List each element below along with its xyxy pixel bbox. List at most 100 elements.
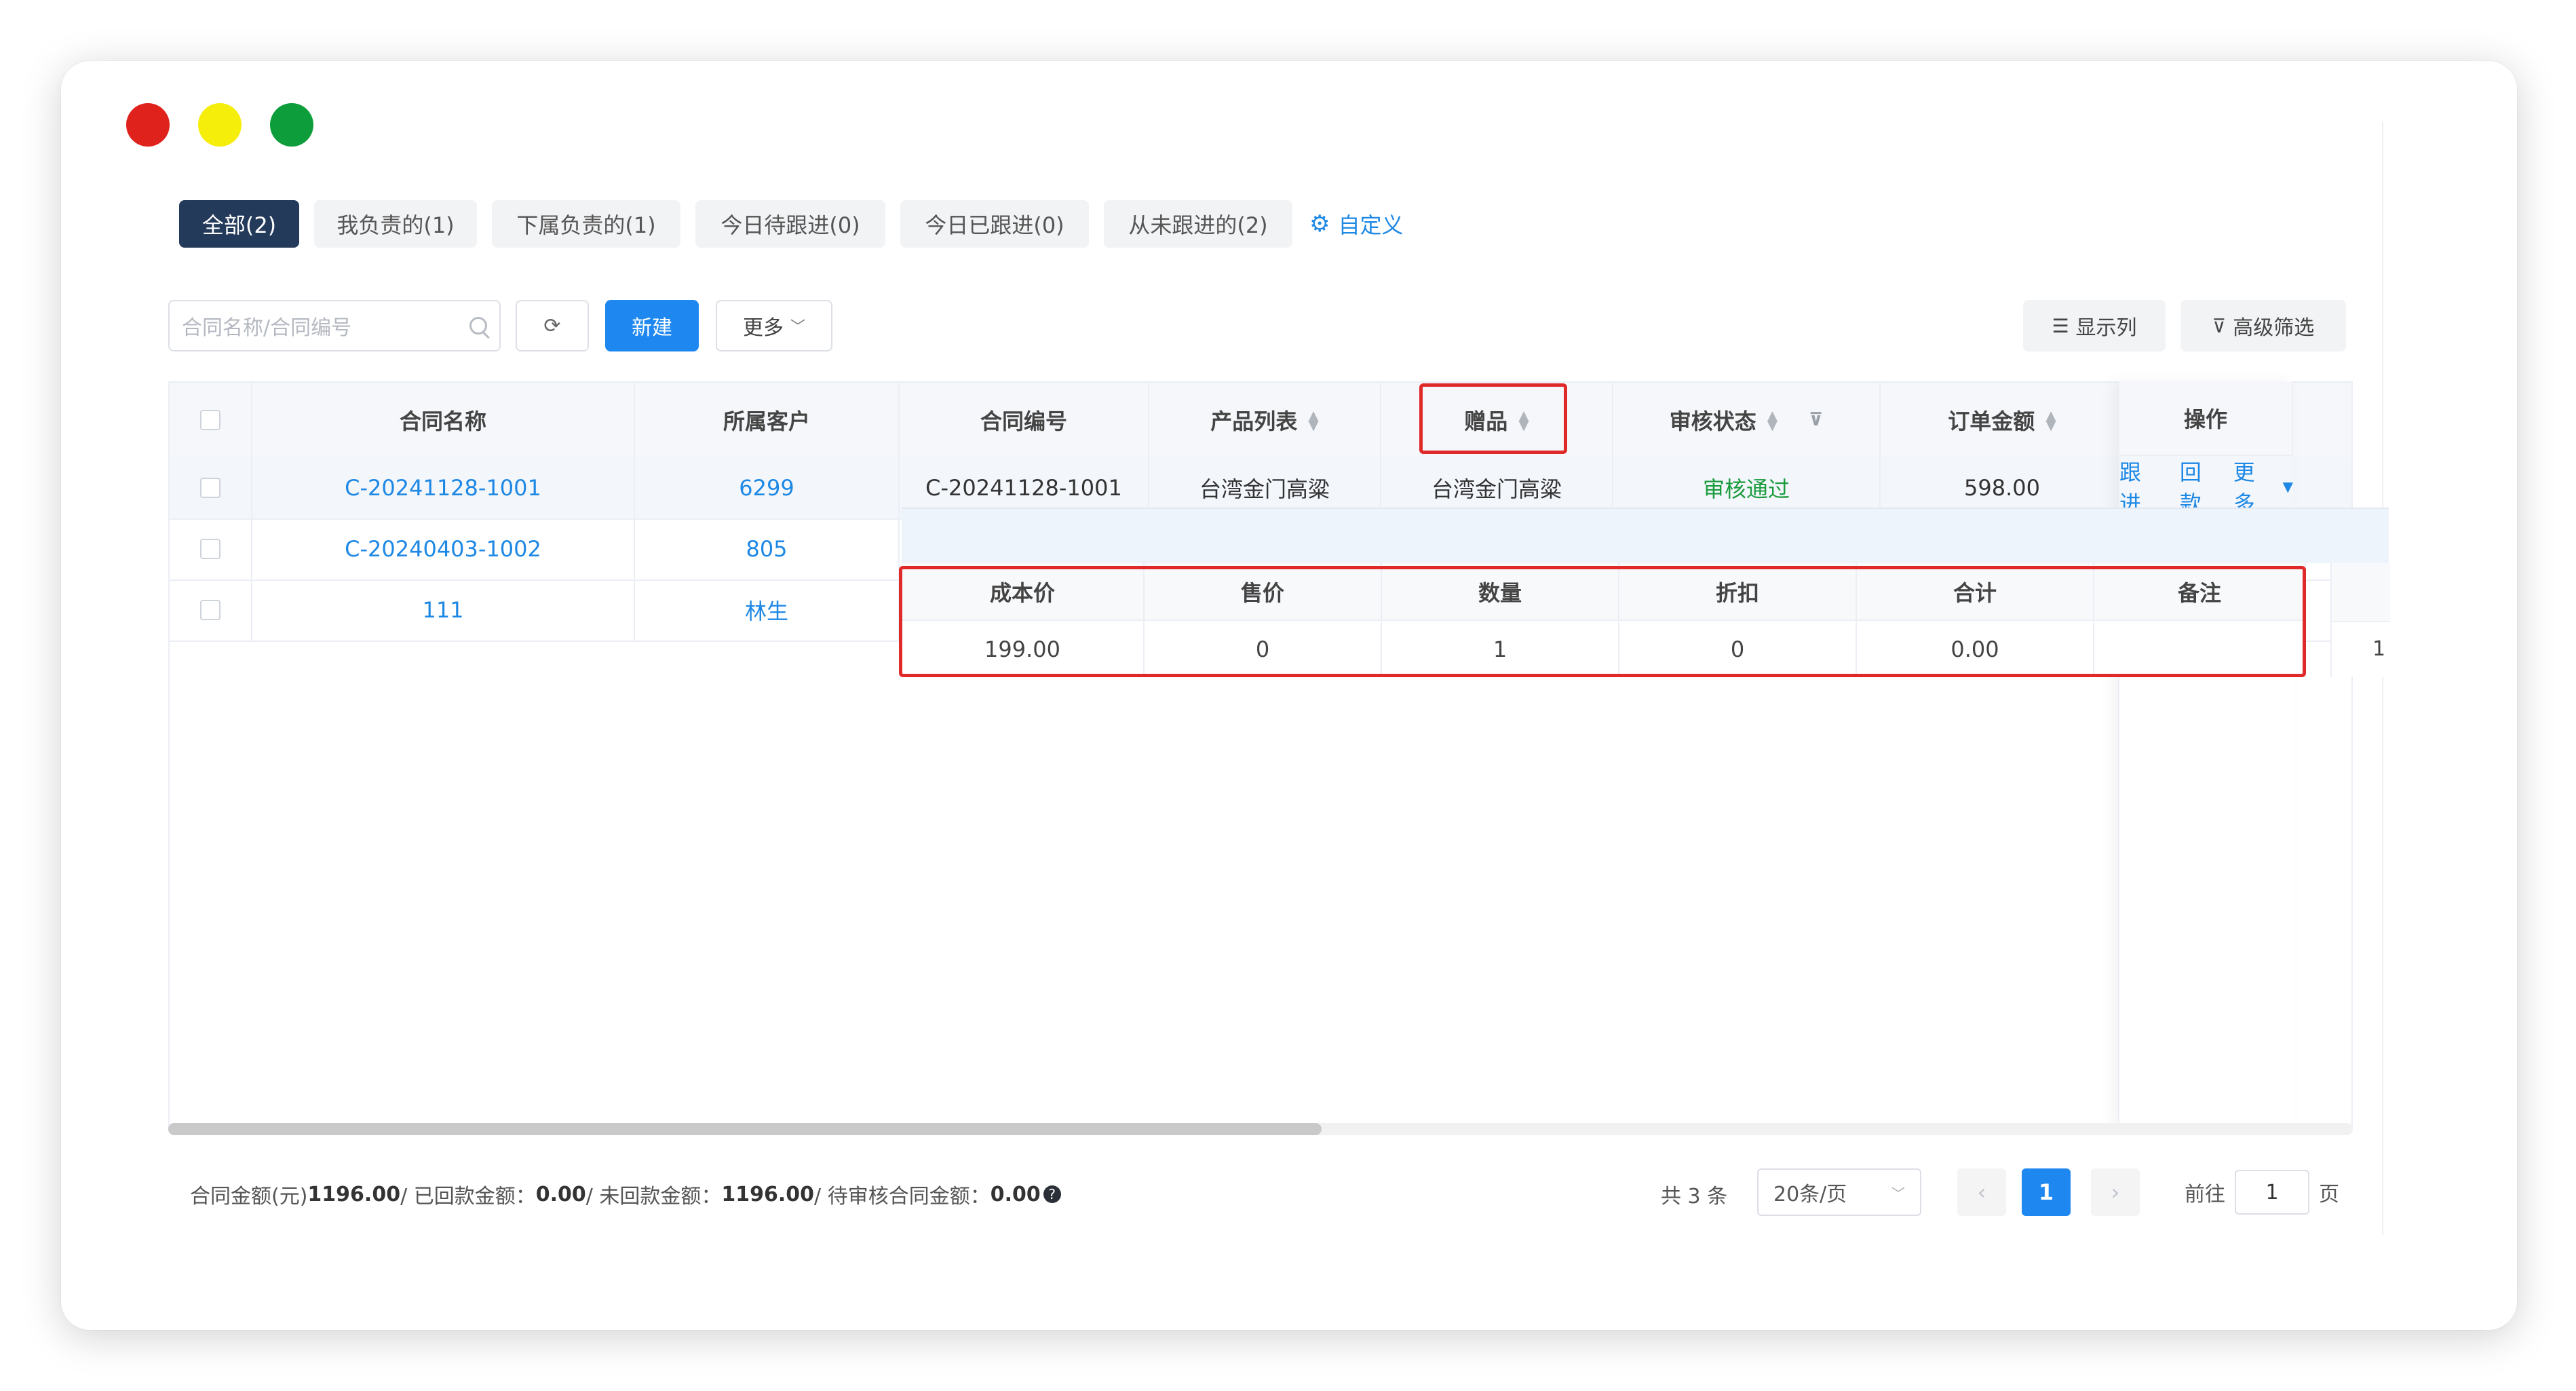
- sub-remark-value: [2094, 621, 2306, 677]
- sub-col-price: 售价: [1145, 563, 1382, 621]
- goto-page-input[interactable]: [2235, 1170, 2309, 1215]
- row-checkbox[interactable]: [200, 539, 220, 559]
- col-gift[interactable]: 赠品 ▲ ▼: [1381, 383, 1613, 457]
- tab-mine[interactable]: 我负责的(1): [314, 200, 477, 248]
- more-dropdown[interactable]: 更多 ﹀: [716, 300, 832, 351]
- summary-label-unpaid: / 未回款金额：: [585, 1185, 722, 1208]
- customer-link[interactable]: 805: [635, 518, 900, 579]
- panel-edge: [2382, 122, 2383, 1235]
- row-select-cell[interactable]: [170, 457, 252, 518]
- summary-value-contract: 1196.00: [307, 1182, 401, 1206]
- goto-suffix: 页: [2319, 1183, 2339, 1206]
- col-review-status[interactable]: 审核状态 ▲ ▼ ⊽: [1613, 383, 1881, 457]
- summary-label-paid: / 已回款金额：: [400, 1185, 536, 1208]
- row-select-cell[interactable]: [170, 518, 252, 579]
- sub-total-value: 0.00: [1857, 621, 2094, 677]
- sort-icon[interactable]: ▲ ▼: [1518, 408, 1529, 432]
- sub-col-qty: 数量: [1382, 563, 1619, 621]
- new-button[interactable]: 新建: [605, 300, 699, 351]
- maximize-window-dot[interactable]: [270, 103, 313, 147]
- minimize-window-dot[interactable]: [198, 103, 242, 147]
- page-number-current[interactable]: 1: [2022, 1168, 2071, 1216]
- goto-page: 前往 页: [2185, 1168, 2339, 1216]
- row-checkbox[interactable]: [200, 600, 220, 620]
- col-customer: 所属客户: [635, 383, 900, 457]
- caret-down-icon[interactable]: ▼: [2283, 478, 2293, 495]
- gear-icon: ⚙: [1309, 210, 1330, 237]
- col-operations: 操作: [2119, 381, 2293, 456]
- sub-price-value: 0: [1145, 621, 1382, 677]
- summary-label-contract: 合同金额(元): [190, 1185, 308, 1208]
- close-window-dot[interactable]: [126, 103, 170, 147]
- sort-icon[interactable]: ▲ ▼: [1308, 408, 1318, 432]
- pager-total: 共 3 条: [1661, 1185, 1728, 1208]
- gift-detail-table: 成本价 售价 数量 折扣 合计 备注 199.00 0 1 0 0.00: [902, 563, 2306, 677]
- contract-name-link[interactable]: C-20241128-1001: [252, 457, 635, 518]
- chevron-down-icon: ﹀: [1891, 1185, 1905, 1202]
- ops-column: 操作 跟进 回款 更多 ▼: [2118, 381, 2293, 1128]
- gift-expand-strip: [902, 508, 2389, 563]
- show-columns-label: 显示列: [2075, 316, 2137, 340]
- contract-name-link[interactable]: C-20240403-1002: [252, 518, 635, 579]
- sub-col-remark: 备注: [2094, 563, 2306, 621]
- refresh-icon: ⟳: [543, 313, 561, 338]
- advanced-filter-button[interactable]: ⊽ 高级筛选: [2180, 300, 2346, 351]
- select-all-checkbox[interactable]: [200, 410, 220, 430]
- customer-link[interactable]: 林生: [635, 579, 900, 641]
- sub-cost-value: 199.00: [902, 621, 1145, 677]
- refresh-button[interactable]: ⟳: [516, 300, 589, 351]
- col-products[interactable]: 产品列表 ▲ ▼: [1149, 383, 1381, 457]
- search-icon[interactable]: [469, 317, 487, 335]
- amount-summary: 合同金额(元) 1196.00 / 已回款金额： 0.00 / 未回款金额： 1196…: [190, 1174, 1061, 1215]
- page-size-value: 20条/页: [1773, 1183, 1847, 1206]
- tab-never-followed[interactable]: 从未跟进的(2): [1104, 200, 1292, 248]
- summary-value-pending: 0.00: [990, 1182, 1041, 1206]
- chevron-down-icon: ﹀: [790, 319, 805, 336]
- customize-label: 自定义: [1338, 212, 1404, 238]
- search-placeholder: 合同名称/合同编号: [182, 316, 352, 340]
- customize-link[interactable]: ⚙ 自定义: [1309, 200, 1404, 248]
- sub-col-total: 合计: [1857, 563, 2094, 621]
- show-columns-button[interactable]: ☰ 显示列: [2023, 300, 2166, 351]
- summary-value-unpaid: 1196.00: [721, 1182, 815, 1206]
- next-page-button[interactable]: ›: [2091, 1168, 2140, 1216]
- overflow-cell: 1: [2372, 637, 2386, 661]
- col-contract-number: 合同编号: [900, 383, 1149, 457]
- filter-icon: ⊽: [2212, 314, 2227, 337]
- col-gift-label: 赠品: [1464, 408, 1508, 434]
- contract-name-link[interactable]: 111: [252, 579, 635, 641]
- sub-discount-value: 0: [1619, 621, 1857, 677]
- row-checkbox[interactable]: [200, 478, 220, 498]
- customer-link[interactable]: 6299: [635, 457, 900, 518]
- col-order-amount[interactable]: 订单金额 ▲ ▼: [1881, 383, 2125, 457]
- sort-icon[interactable]: ▲ ▼: [2045, 408, 2056, 432]
- more-label: 更多: [742, 316, 784, 340]
- page-size-select[interactable]: 20条/页 ﹀: [1757, 1168, 1921, 1216]
- sub-col-discount: 折扣: [1619, 563, 1857, 621]
- chevron-right-icon: ›: [2111, 1179, 2120, 1205]
- advanced-filter-label: 高级筛选: [2233, 316, 2315, 340]
- sub-col-cost: 成本价: [902, 563, 1145, 621]
- overflow-header: [2332, 563, 2390, 622]
- help-icon[interactable]: ?: [1043, 1185, 1061, 1203]
- contract-table: 合同名称 所属客户 合同编号 产品列表 ▲ ▼ 赠品 ▲ ▼ 审核状态 ▲ ▼ ⊽ 订…: [168, 381, 2353, 1128]
- scrollbar-thumb[interactable]: [168, 1123, 1322, 1135]
- search-input[interactable]: 合同名称/合同编号: [168, 300, 501, 351]
- row-select-cell[interactable]: [170, 579, 252, 641]
- table-header: 合同名称 所属客户 合同编号 产品列表 ▲ ▼ 赠品 ▲ ▼ 审核状态 ▲ ▼ ⊽ 订…: [170, 383, 2351, 459]
- horizontal-scrollbar[interactable]: [168, 1123, 2353, 1135]
- filter-icon[interactable]: ⊽: [1809, 410, 1823, 430]
- goto-prefix: 前往: [2185, 1183, 2225, 1206]
- sub-qty-value: 1: [1382, 621, 1619, 677]
- select-all-cell[interactable]: [170, 383, 252, 457]
- prev-page-button[interactable]: ‹: [1957, 1168, 2006, 1216]
- tab-all[interactable]: 全部(2): [179, 200, 299, 248]
- sliders-icon: ☰: [2052, 314, 2069, 337]
- col-products-label: 产品列表: [1210, 408, 1298, 434]
- tab-today-pending[interactable]: 今日待跟进(0): [695, 200, 885, 248]
- tab-today-done[interactable]: 今日已跟进(0): [900, 200, 1089, 248]
- tab-subordinates[interactable]: 下属负责的(1): [492, 200, 680, 248]
- col-contract-name: 合同名称: [252, 383, 635, 457]
- sort-icon[interactable]: ▲ ▼: [1767, 408, 1777, 432]
- summary-label-pending: / 待审核合同金额：: [814, 1185, 991, 1208]
